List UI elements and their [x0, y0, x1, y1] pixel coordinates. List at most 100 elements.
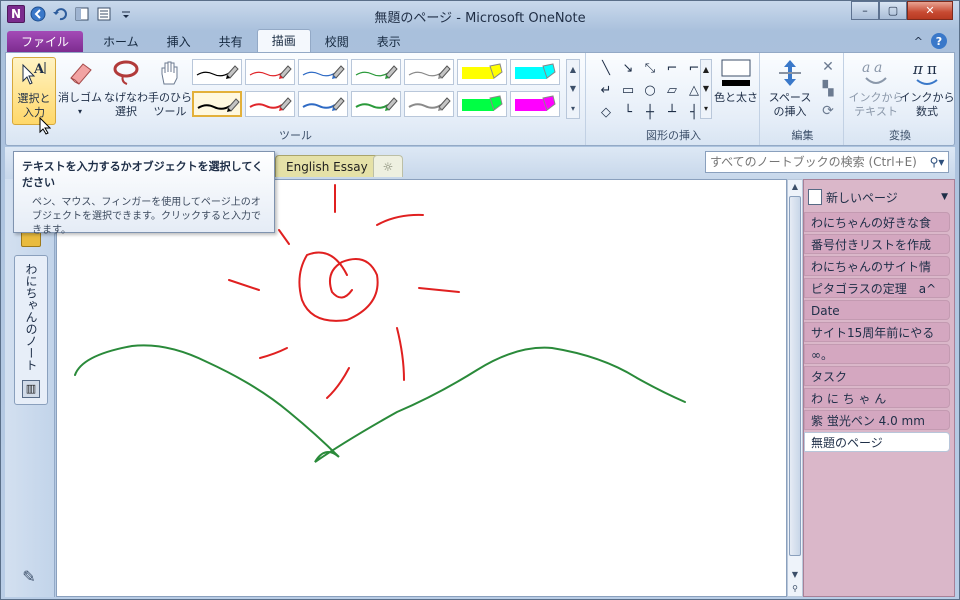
ribbon-tabs: ファイル ホーム 挿入 共有 描画 校閲 表示 — [7, 29, 415, 53]
pen-swatch[interactable] — [298, 59, 348, 85]
rectangle-shape-icon[interactable]: ▭ — [618, 81, 638, 99]
diamond-shape-icon[interactable]: ◇ — [596, 103, 616, 121]
minimize-button[interactable]: – — [851, 1, 879, 20]
notebook-tab[interactable]: わにちゃんのノート ▥ — [14, 255, 48, 405]
select-and-type-button[interactable]: A 選択と 入力 — [12, 57, 56, 125]
collapse-ribbon-icon[interactable]: ^ — [914, 35, 923, 48]
page-item[interactable]: わにちゃんのサイト情 — [804, 256, 950, 276]
search-box[interactable]: ⚲▾ — [705, 151, 949, 173]
color-thickness-icon — [720, 57, 752, 89]
pen-icon — [408, 97, 451, 111]
corner-shape-icon[interactable]: ⌐ — [662, 59, 682, 77]
line-shape-icon[interactable]: ╲ — [596, 59, 616, 77]
window-controls: – ▢ ✕ — [851, 1, 953, 20]
shapes-group-label: 図形の挿入 — [646, 129, 701, 142]
rotate-icon[interactable]: ⟳ — [822, 103, 834, 119]
sun-ray-right — [418, 287, 460, 293]
delete-icon[interactable]: ✕ — [822, 59, 834, 75]
shapes-down-icon[interactable]: ▼ — [703, 84, 709, 93]
close-button[interactable]: ✕ — [907, 1, 953, 20]
page-item[interactable]: Date — [804, 300, 950, 320]
unfiled-notes-icon[interactable]: ✎ — [17, 567, 41, 587]
pen-swatch[interactable] — [404, 91, 454, 117]
pen-swatch[interactable] — [404, 59, 454, 85]
double-arrow-shape-icon[interactable]: ⤡ — [640, 59, 660, 77]
scroll-down-icon[interactable]: ▼ — [788, 568, 802, 582]
tab-home[interactable]: ホーム — [89, 31, 153, 53]
new-section-tab[interactable]: ☼ — [373, 155, 403, 177]
section-tab-english-essay[interactable]: English Essay — [275, 155, 379, 177]
scroll-up-icon[interactable]: ▲ — [788, 180, 802, 194]
tab-file[interactable]: ファイル — [7, 31, 84, 53]
pen-swatch[interactable] — [457, 59, 507, 85]
pen-swatch[interactable] — [192, 59, 242, 85]
page-item[interactable]: ピタゴラスの定理 a^ — [804, 278, 950, 298]
page-vertical-scrollbar[interactable]: ▲ ▼ ⚲ — [787, 179, 803, 597]
tab-review[interactable]: 校閲 — [311, 31, 363, 53]
page-item[interactable]: わにちゃんの好きな食 — [804, 212, 950, 232]
pen-icon — [249, 97, 292, 111]
sun-ray-left — [228, 279, 260, 291]
pen-swatch[interactable] — [351, 91, 401, 117]
circle-shape-icon[interactable]: ○ — [640, 81, 660, 99]
page-list: 新しいページ ▼ わにちゃんの好きな食 番号付きリストを作成 わにちゃんのサイト… — [803, 179, 955, 597]
page-item[interactable]: タスク — [804, 366, 950, 386]
ink-to-math-icon: ππ — [911, 57, 943, 89]
new-page-button[interactable]: 新しいページ ▼ — [808, 186, 948, 208]
lasso-select-button[interactable]: なげなわ 選択 — [104, 57, 148, 125]
pen-swatch[interactable] — [510, 91, 560, 117]
shapes-gallery-scroll[interactable]: ▲ ▼ ▾ — [700, 59, 712, 119]
eraser-button[interactable]: 消しゴム ▾ — [58, 57, 102, 125]
pen-swatch[interactable] — [245, 91, 295, 117]
page-item[interactable]: ∞。 — [804, 344, 950, 364]
page-item[interactable]: サイト15周年前にやる — [804, 322, 950, 342]
pen-swatch[interactable] — [351, 59, 401, 85]
tab-share[interactable]: 共有 — [205, 31, 257, 53]
insert-space-button[interactable]: スペース の挿入 — [766, 57, 814, 125]
gallery-up-icon[interactable]: ▲ — [570, 65, 576, 74]
lasso-icon — [110, 57, 142, 89]
highlighter-icon — [515, 95, 556, 111]
tab-insert[interactable]: 挿入 — [153, 31, 205, 53]
eraser-dropdown-icon[interactable]: ▾ — [78, 105, 82, 119]
shapes-up-icon[interactable]: ▲ — [703, 65, 709, 74]
panning-hand-button[interactable]: 手のひら ツール — [148, 57, 192, 125]
page-item[interactable]: 番号付きリストを作成 — [804, 234, 950, 254]
gallery-down-icon[interactable]: ▼ — [570, 84, 576, 93]
tab-draw[interactable]: 描画 — [256, 29, 311, 53]
parallelogram-shape-icon[interactable]: ▱ — [662, 81, 682, 99]
pen-swatch[interactable] — [457, 91, 507, 117]
pen-swatch[interactable] — [510, 59, 560, 85]
ink-to-math-button[interactable]: ππ インクから 数式 — [900, 57, 955, 125]
onenote-window: N 無題のページ - Microsoft OneNote – ▢ ✕ ファイル … — [0, 0, 960, 600]
pen-gallery-scroll[interactable]: ▲ ▼ ▾ — [566, 59, 580, 119]
page-options-icon[interactable]: ⚲ — [788, 582, 802, 596]
sun-ray-bottom-right — [396, 327, 405, 381]
elbow-arrow-shape-icon[interactable]: ↵ — [596, 81, 616, 99]
page-canvas[interactable] — [56, 179, 787, 597]
tab-view[interactable]: 表示 — [363, 31, 415, 53]
page-item-selected[interactable]: 無題のページ — [804, 432, 950, 452]
pen-swatch[interactable] — [298, 91, 348, 117]
color-and-thickness-button[interactable]: 色と太さ — [714, 57, 758, 125]
pen-swatch[interactable] — [192, 91, 242, 117]
search-input[interactable] — [710, 155, 926, 169]
gallery-more-icon[interactable]: ▾ — [571, 104, 575, 113]
axis-shape-icon[interactable]: └ — [618, 103, 638, 121]
search-icon[interactable]: ⚲▾ — [926, 155, 948, 169]
new-page-dropdown-icon[interactable]: ▼ — [941, 192, 948, 202]
arrange-icon[interactable]: ▚ — [823, 81, 834, 97]
tools-group: A 選択と 入力 消しゴム ▾ なげなわ 選択 手のひら ツール ▲ ▼ ▾ ツ… — [6, 53, 586, 145]
pen-swatch[interactable] — [245, 59, 295, 85]
shapes-more-icon[interactable]: ▾ — [704, 104, 708, 113]
help-icon[interactable]: ? — [931, 33, 947, 49]
ink-to-text-button[interactable]: aa インクから テキスト — [849, 57, 904, 125]
new-page-icon — [808, 189, 822, 205]
page-item[interactable]: 紫 蛍光ペン 4.0 mm — [804, 410, 950, 430]
page-item[interactable]: わ に ち ゃ ん — [804, 388, 950, 408]
maximize-button[interactable]: ▢ — [879, 1, 907, 20]
axis-3d-shape-icon[interactable]: ┴ — [662, 103, 682, 121]
axis-cross-shape-icon[interactable]: ┼ — [640, 103, 660, 121]
scrollbar-thumb[interactable] — [789, 196, 801, 556]
arrow-shape-icon[interactable]: ↘ — [618, 59, 638, 77]
